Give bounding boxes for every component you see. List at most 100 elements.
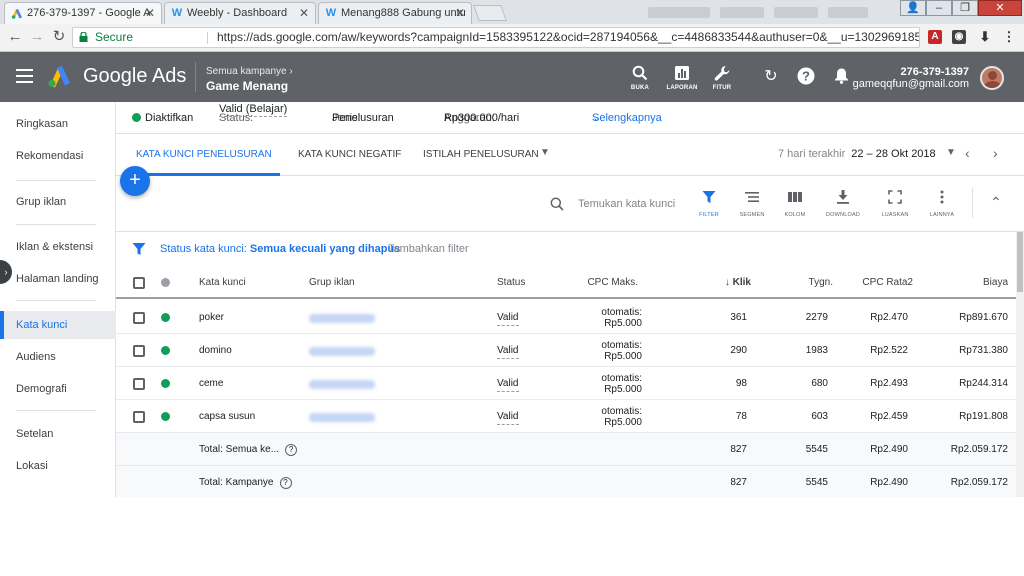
column-header-avg-cpc[interactable]: CPC Rata2 xyxy=(846,266,913,299)
chevron-right-icon[interactable]: › xyxy=(993,145,998,161)
keyword-cell[interactable]: capsa susun xyxy=(199,400,255,433)
columns-button[interactable]: KOLOM xyxy=(772,190,818,218)
column-header-adgroup[interactable]: Grup iklan xyxy=(309,266,355,299)
search-icon[interactable] xyxy=(550,197,564,211)
adgroup-link[interactable] xyxy=(309,314,375,323)
extension-icon[interactable]: ◉ xyxy=(952,30,966,44)
keyword-cell[interactable]: poker xyxy=(199,301,224,334)
breadcrumb-parent[interactable]: Semua kampanye › xyxy=(206,66,293,77)
download-icon[interactable]: ⬇ xyxy=(978,30,992,44)
download-button[interactable]: DOWNLOAD xyxy=(820,190,866,218)
column-header-cost[interactable]: Biaya xyxy=(936,266,1008,299)
user-icon[interactable]: 👤 xyxy=(900,0,926,16)
status-value[interactable]: Valid xyxy=(497,377,519,392)
search-button[interactable]: BUKA xyxy=(620,65,660,91)
cpc-mode: otomatis: xyxy=(601,307,642,318)
more-button[interactable]: LAINNYA xyxy=(919,190,965,218)
chevron-up-icon[interactable]: ⌃ xyxy=(990,194,1002,211)
close-window-icon[interactable]: ✕ xyxy=(978,0,1022,16)
row-checkbox[interactable] xyxy=(133,411,145,423)
filter-button[interactable]: FILTER xyxy=(686,190,732,218)
row-checkbox[interactable] xyxy=(133,312,145,324)
chevron-left-icon[interactable]: ‹ xyxy=(965,145,970,161)
tab-search-keywords[interactable]: KATA KUNCI PENELUSURAN xyxy=(136,134,280,176)
keyword-search-input[interactable]: Temukan kata kunci xyxy=(578,198,675,210)
expand-button[interactable]: LUASKAN xyxy=(872,190,918,218)
select-all-checkbox[interactable] xyxy=(133,277,145,289)
forward-arrow-icon[interactable]: → xyxy=(28,28,46,46)
sidebar-item-demografi[interactable]: Demografi xyxy=(0,375,116,403)
acrobat-extension-icon[interactable]: A xyxy=(928,30,942,44)
date-dropdown-icon[interactable]: ▼ xyxy=(946,147,956,158)
adgroup-link[interactable] xyxy=(309,347,375,356)
tab-negative-keywords[interactable]: KATA KUNCI NEGATIF xyxy=(298,134,401,176)
status-value[interactable]: Valid xyxy=(497,311,519,326)
hamburger-menu-icon[interactable] xyxy=(16,69,33,87)
cpc-max-cell[interactable]: otomatis: Rp5.000 xyxy=(562,334,642,367)
column-header-status[interactable]: Status xyxy=(497,266,525,299)
row-checkbox[interactable] xyxy=(133,378,145,390)
sidebar-item-ringkasan[interactable]: Ringkasan xyxy=(0,110,116,138)
new-tab-button[interactable] xyxy=(473,5,507,21)
browser-tab-weebly[interactable]: W Weebly - Dashboard ✕ xyxy=(164,2,316,24)
caret-down-icon[interactable]: ▼ xyxy=(540,147,550,158)
keyword-cell[interactable]: ceme xyxy=(199,367,223,400)
status-value[interactable]: Valid xyxy=(497,344,519,359)
close-tab-icon[interactable]: ✕ xyxy=(299,3,309,23)
menu-kebab-icon[interactable]: ⋮ xyxy=(1002,30,1016,44)
sidebar-item-rekomendasi[interactable]: Rekomendasi xyxy=(0,142,116,170)
expand-button-label: LUASKAN xyxy=(881,212,909,218)
minimize-icon[interactable]: – xyxy=(926,0,952,16)
keyword-cell[interactable]: domino xyxy=(199,334,232,367)
vertical-scrollbar[interactable] xyxy=(1016,232,1024,497)
cost-cell: Rp731.380 xyxy=(959,345,1008,356)
help-circle-icon[interactable]: ? xyxy=(285,444,298,456)
sidebar-item-lokasi[interactable]: Lokasi xyxy=(0,452,116,480)
tab-search-terms[interactable]: ISTILAH PENELUSURAN xyxy=(423,134,539,176)
browser-tab-google-ads[interactable]: 276-379-1397 - Google A ✕ xyxy=(4,2,162,24)
status-value[interactable]: Valid xyxy=(497,410,519,425)
sidebar-item-halaman-landing[interactable]: Halaman landing xyxy=(0,265,116,293)
budget-value[interactable]: Rp300.000/hari xyxy=(444,102,519,134)
adgroup-link[interactable] xyxy=(309,413,375,422)
total-row: Total: Semua ke...? 827 5545 Rp2.490 Rp2… xyxy=(116,433,1024,466)
date-range[interactable]: 7 hari terakhir 22 – 28 Okt 2018 xyxy=(778,148,936,160)
browser-tab-menang888[interactable]: W Menang888 Gabung untu ✕ xyxy=(318,2,472,24)
reload-icon[interactable]: ↻ xyxy=(50,28,68,46)
scrollbar-thumb[interactable] xyxy=(1017,232,1023,292)
refresh-icon[interactable]: ↻ xyxy=(761,67,781,87)
column-header-impressions[interactable]: Tygn. xyxy=(776,266,833,299)
columns-button-label: KOLOM xyxy=(784,212,806,218)
column-header-clicks[interactable]: ↓ Klik xyxy=(704,266,751,299)
add-keyword-button[interactable]: + xyxy=(120,166,150,196)
tools-button[interactable]: FITUR xyxy=(702,65,742,91)
cpc-max-cell[interactable]: otomatis: Rp5.000 xyxy=(562,400,642,433)
sidebar-item-setelan[interactable]: Setelan xyxy=(0,420,116,448)
campaign-enabled-status: Diaktifkan xyxy=(132,102,193,134)
notifications-bell-icon[interactable] xyxy=(831,67,851,87)
column-header-keyword[interactable]: Kata kunci xyxy=(199,266,246,299)
column-header-cpc-max[interactable]: CPC Maks. xyxy=(562,266,638,299)
back-arrow-icon[interactable]: ← xyxy=(6,28,24,46)
close-tab-icon[interactable]: ✕ xyxy=(455,3,465,23)
sidebar-item-iklan-ekstensi[interactable]: Iklan & ekstensi xyxy=(0,233,116,261)
segment-button[interactable]: SEGMEN xyxy=(729,190,775,218)
help-icon[interactable]: ? xyxy=(796,67,816,87)
restore-icon[interactable]: ❐ xyxy=(952,0,978,16)
row-checkbox[interactable] xyxy=(133,345,145,357)
cpc-max-cell[interactable]: otomatis: Rp5.000 xyxy=(562,367,642,400)
status-value[interactable]: Valid (Belajar) xyxy=(219,102,288,117)
active-filter-chip[interactable]: Status kata kunci: Semua kecuali yang di… xyxy=(160,232,400,266)
add-filter-link[interactable]: Tambahkan filter xyxy=(388,232,469,266)
close-tab-icon[interactable]: ✕ xyxy=(145,3,155,23)
help-circle-icon[interactable]: ? xyxy=(279,477,292,489)
sidebar-item-kata-kunci[interactable]: Kata kunci xyxy=(0,311,116,339)
reports-button[interactable]: LAPORAN xyxy=(662,65,702,91)
sidebar-item-grup-iklan[interactable]: Grup iklan xyxy=(0,188,116,216)
url-input[interactable]: Secure https://ads.google.com/aw/keyword… xyxy=(72,27,920,48)
sidebar-item-audiens[interactable]: Audiens xyxy=(0,343,116,371)
avatar[interactable] xyxy=(980,66,1004,90)
adgroup-link[interactable] xyxy=(309,380,375,389)
cpc-max-cell[interactable]: otomatis: Rp5.000 xyxy=(562,301,642,334)
breadcrumb-current[interactable]: Game Menang xyxy=(206,79,288,93)
